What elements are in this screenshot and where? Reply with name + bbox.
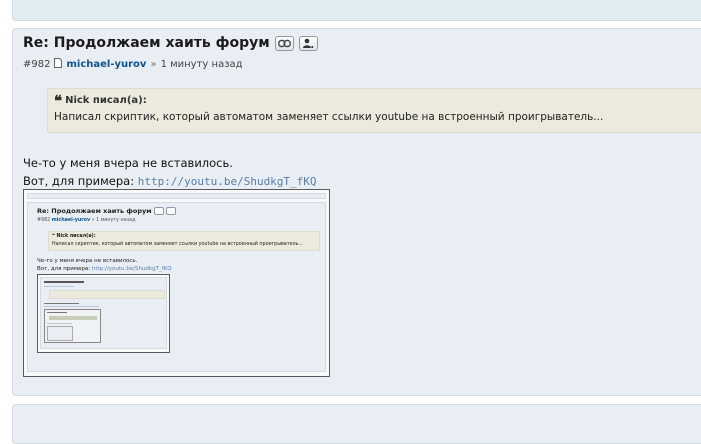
screenshot-quote-author-text: Nick писал(а): — [56, 234, 96, 239]
post-author[interactable]: michael-yurov — [66, 59, 146, 70]
quote-author: Nick писал(а): — [65, 95, 147, 106]
nested-meta-bar — [44, 286, 74, 287]
screenshot-user-icon — [166, 207, 177, 215]
nested-text-bar-1 — [44, 303, 79, 304]
nested-inner-bar-2 — [47, 323, 72, 324]
previous-post-panel — [12, 0, 701, 21]
quote-block: ❝ Nick писал(а): Написал скриптик, котор… — [47, 88, 701, 133]
nested-inner-quote — [49, 316, 97, 320]
screenshot-quote-author: ❝ Nick писал(а): — [52, 234, 96, 239]
post-header: Re: Продолжаем хаить форум — [23, 35, 318, 51]
quote-text: Написал скриптик, который автоматом заме… — [54, 111, 604, 123]
screenshot-link-icon — [153, 207, 164, 215]
screenshot-quote-mark-icon: ❝ — [52, 234, 55, 239]
nested-inner-thumb — [47, 326, 73, 341]
post-meta: #982 michael-yurov » 1 минуту назад — [23, 58, 243, 71]
screenshot-title-text: Re: Продолжаем хаить форум — [37, 207, 152, 215]
nested-text-bar-2 — [44, 306, 99, 307]
nested-post — [40, 277, 167, 349]
link-icon[interactable] — [274, 35, 294, 51]
nested-screenshot — [37, 274, 170, 353]
screenshot-quote: ❝ Nick писал(а): Написал скриптик, котор… — [48, 231, 320, 251]
screenshot-link: http://youtu.be/ShudkgT_fKQ — [91, 266, 172, 272]
forum-post: Re: Продолжаем хаить форум #982 michael-… — [12, 28, 701, 396]
youtube-link[interactable]: http://youtu.be/ShudkgT_fKQ — [138, 175, 317, 188]
screenshot-post-meta: #982 michael-yurov » 1 минуту назад — [37, 218, 135, 223]
screenshot-post: Re: Продолжаем хаить форум #982 michael-… — [27, 202, 326, 372]
post-file-icon — [54, 58, 63, 71]
post-line-1: Че-то у меня вчера не вставилось. — [23, 156, 233, 170]
screenshot-separator: » — [91, 218, 95, 223]
screenshot-post-number: #982 — [37, 218, 51, 223]
nested-quote — [49, 290, 165, 299]
post-time: 1 минуту назад — [160, 59, 243, 70]
post-content: Че-то у меня вчера не вставилось. Вот, д… — [23, 154, 317, 191]
next-post-panel — [12, 404, 701, 444]
screenshot-line-2: Вот, для примера: http://youtu.be/Shudkg… — [37, 266, 172, 272]
post-line-2-prefix: Вот, для примера: — [23, 174, 138, 188]
quote-header: ❝ Nick писал(а): — [54, 91, 701, 110]
post-title[interactable]: Re: Продолжаем хаить форум — [23, 35, 270, 51]
embedded-screenshot[interactable]: Re: Продолжаем хаить форум #982 michael-… — [23, 189, 330, 377]
nested-inner-screenshot — [44, 309, 101, 343]
post-number[interactable]: #982 — [23, 59, 50, 70]
screenshot-post-time: 1 минуту назад — [96, 218, 136, 223]
screenshot-post-title: Re: Продолжаем хаить форум — [37, 207, 177, 215]
meta-separator: » — [150, 59, 157, 70]
screenshot-post-author: michael-yurov — [51, 218, 91, 223]
screenshot-quote-text: Написал скриптик, который автоматом заме… — [52, 242, 303, 247]
screenshot-line-2-prefix: Вот, для примера: — [37, 266, 92, 272]
nested-title-bar — [44, 281, 84, 283]
user-icon[interactable] — [298, 35, 318, 51]
nested-inner-bar-1 — [47, 312, 67, 313]
screenshot-top-panel — [27, 193, 326, 199]
quote-mark-icon: ❝ — [54, 91, 63, 110]
screenshot-line-1: Че-то у меня вчера не вставилось. — [37, 258, 138, 264]
